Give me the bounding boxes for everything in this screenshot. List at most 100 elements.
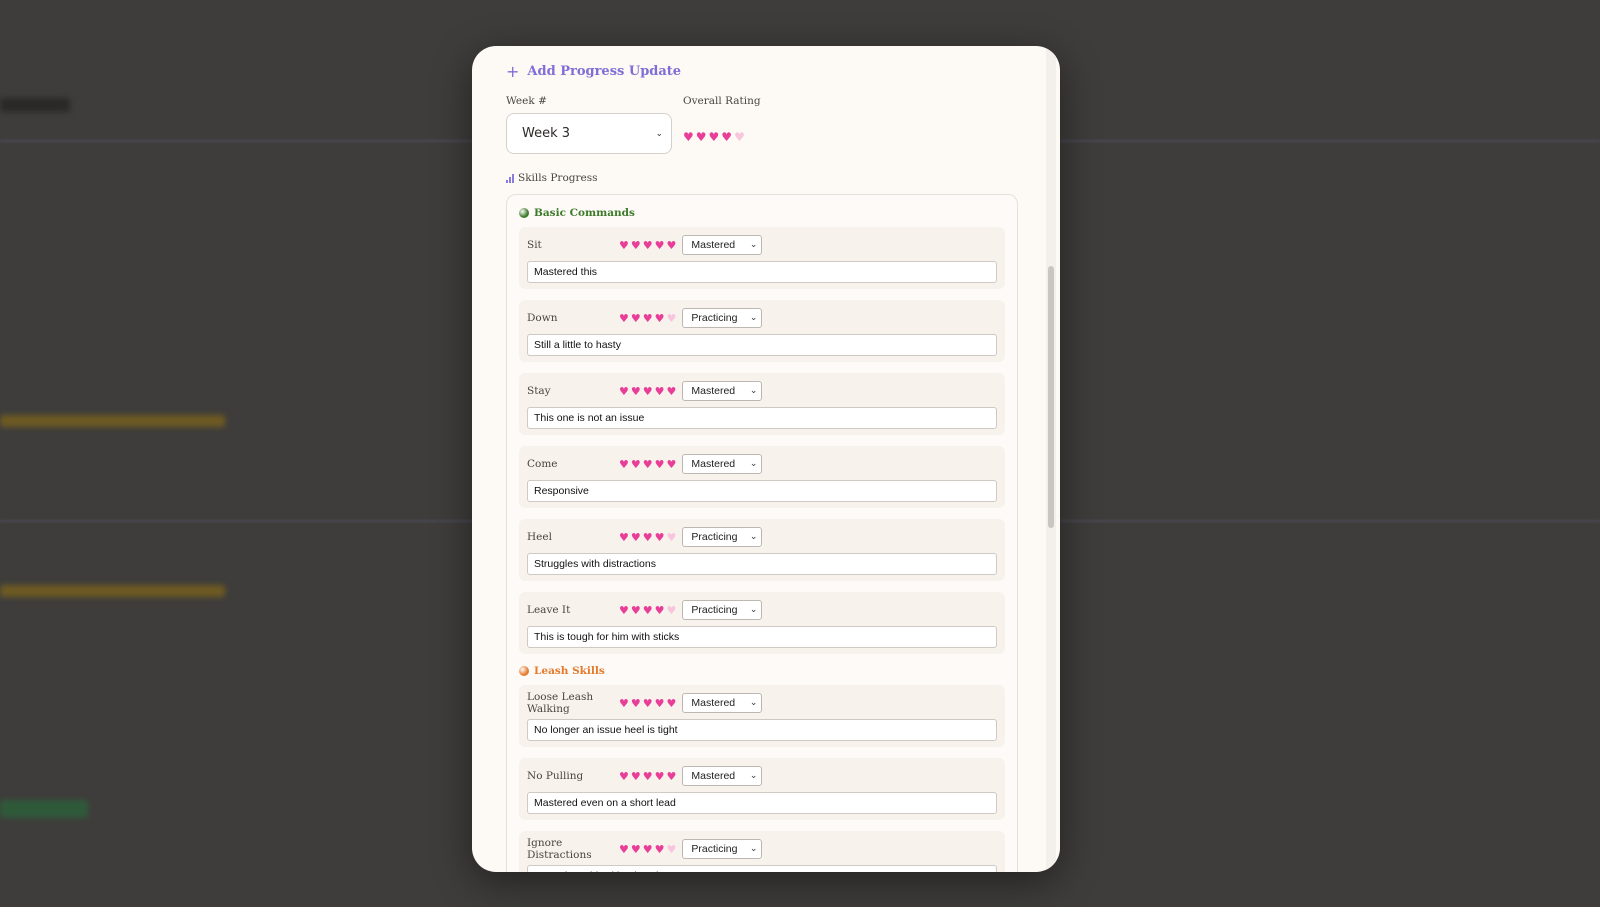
heart-icon[interactable]: ♥ <box>667 459 677 470</box>
heart-icon[interactable]: ♥ <box>619 532 629 543</box>
heart-icon[interactable]: ♥ <box>655 605 665 616</box>
heart-icon[interactable]: ♥ <box>619 844 629 855</box>
week-field: Week # Week 3 ⌄ <box>506 95 683 154</box>
heart-icon[interactable]: ♥ <box>667 771 677 782</box>
heart-icon[interactable]: ♥ <box>643 605 653 616</box>
status-select[interactable]: Mastered ⌄ <box>682 454 763 474</box>
heart-icon[interactable]: ♥ <box>619 771 629 782</box>
status-select[interactable]: Mastered ⌄ <box>682 766 763 786</box>
heart-icon[interactable]: ♥ <box>683 131 694 143</box>
heart-icon[interactable]: ♥ <box>619 605 629 616</box>
overall-rating-hearts[interactable]: ♥ ♥ ♥ ♥ ♥ <box>683 131 745 143</box>
skill-rating-hearts[interactable]: ♥ ♥ ♥ ♥ ♥ <box>619 240 676 251</box>
status-select[interactable]: Mastered ⌄ <box>682 693 763 713</box>
skill-rating-hearts[interactable]: ♥ ♥ ♥ ♥ ♥ <box>619 532 676 543</box>
skills-progress-heading: Skills Progress <box>506 172 1018 184</box>
heart-icon[interactable]: ♥ <box>655 844 665 855</box>
heart-icon[interactable]: ♥ <box>667 386 677 397</box>
heart-icon[interactable]: ♥ <box>619 698 629 709</box>
heart-icon[interactable]: ♥ <box>643 698 653 709</box>
skill-rating-hearts[interactable]: ♥ ♥ ♥ ♥ ♥ <box>619 386 676 397</box>
status-select[interactable]: Mastered ⌄ <box>682 235 763 255</box>
heart-icon[interactable]: ♥ <box>655 771 665 782</box>
skill-row: No Pulling ♥ ♥ ♥ ♥ ♥ Mastered ⌄ <box>527 766 997 786</box>
chevron-down-icon: ⌄ <box>749 771 758 781</box>
heart-icon[interactable]: ♥ <box>667 844 677 855</box>
skill-row: Loose Leash Walking ♥ ♥ ♥ ♥ ♥ Mastered ⌄ <box>527 691 997 715</box>
status-select[interactable]: Practicing ⌄ <box>682 527 763 547</box>
category-title: Leash Skills <box>519 665 1005 677</box>
skill-rating-hearts[interactable]: ♥ ♥ ♥ ♥ ♥ <box>619 313 676 324</box>
scrollbar-thumb[interactable] <box>1048 266 1054 528</box>
skill-note-input[interactable]: Mastered even on a short lead <box>527 792 997 814</box>
heart-icon[interactable]: ♥ <box>631 844 641 855</box>
skill-note-input[interactable]: This is tough for him with sticks <box>527 626 997 648</box>
status-select-value: Practicing <box>691 531 738 543</box>
skill-name: Sit <box>527 239 542 251</box>
skill-rating-hearts[interactable]: ♥ ♥ ♥ ♥ ♥ <box>619 844 676 855</box>
skill-note-input[interactable]: Struggles with distractions <box>527 553 997 575</box>
heart-icon[interactable]: ♥ <box>619 313 629 324</box>
heart-icon[interactable]: ♥ <box>655 240 665 251</box>
category-label: Leash Skills <box>534 665 605 677</box>
status-select[interactable]: Mastered ⌄ <box>682 381 763 401</box>
skill-note-input[interactable]: This one is not an issue <box>527 407 997 429</box>
heart-icon[interactable]: ♥ <box>643 532 653 543</box>
skill-rating-hearts[interactable]: ♥ ♥ ♥ ♥ ♥ <box>619 605 676 616</box>
heart-icon[interactable]: ♥ <box>631 313 641 324</box>
skill-rating-hearts[interactable]: ♥ ♥ ♥ ♥ ♥ <box>619 698 676 709</box>
week-rating-row: Week # Week 3 ⌄ Overall Rating ♥ ♥ ♥ ♥ ♥ <box>506 95 1018 154</box>
heart-icon[interactable]: ♥ <box>655 313 665 324</box>
heart-icon[interactable]: ♥ <box>643 771 653 782</box>
skill-row: Leave It ♥ ♥ ♥ ♥ ♥ Practicing ⌄ <box>527 600 997 620</box>
category-dot-icon <box>519 666 529 676</box>
skill-rating-hearts[interactable]: ♥ ♥ ♥ ♥ ♥ <box>619 459 676 470</box>
heart-icon[interactable]: ♥ <box>667 698 677 709</box>
status-select-value: Mastered <box>691 239 736 251</box>
skill-note-value: Still a little to hasty <box>534 339 621 351</box>
heart-icon[interactable]: ♥ <box>643 386 653 397</box>
heart-icon[interactable]: ♥ <box>667 605 677 616</box>
heart-icon[interactable]: ♥ <box>667 313 677 324</box>
heart-icon[interactable]: ♥ <box>721 131 732 143</box>
skill-note-input[interactable]: No longer an issue heel is tight <box>527 719 997 741</box>
heart-icon[interactable]: ♥ <box>631 771 641 782</box>
heart-icon[interactable]: ♥ <box>631 698 641 709</box>
heart-icon[interactable]: ♥ <box>631 459 641 470</box>
skill-rating-hearts[interactable]: ♥ ♥ ♥ ♥ ♥ <box>619 771 676 782</box>
heart-icon[interactable]: ♥ <box>631 605 641 616</box>
heart-icon[interactable]: ♥ <box>655 532 665 543</box>
heart-icon[interactable]: ♥ <box>643 459 653 470</box>
heart-icon[interactable]: ♥ <box>643 313 653 324</box>
heart-icon[interactable]: ♥ <box>619 240 629 251</box>
heart-icon[interactable]: ♥ <box>696 131 707 143</box>
heart-icon[interactable]: ♥ <box>655 459 665 470</box>
heart-icon[interactable]: ♥ <box>631 386 641 397</box>
heart-icon[interactable]: ♥ <box>667 240 677 251</box>
heart-icon[interactable]: ♥ <box>655 698 665 709</box>
heart-icon[interactable]: ♥ <box>734 131 745 143</box>
chevron-down-icon: ⌄ <box>749 313 758 323</box>
heart-icon[interactable]: ♥ <box>709 131 720 143</box>
skill-note-value: No longer an issue heel is tight <box>534 724 678 736</box>
heart-icon[interactable]: ♥ <box>631 532 641 543</box>
skill-name: Heel <box>527 531 552 543</box>
skill-note-input[interactable]: Mastered this <box>527 261 997 283</box>
skill-note-input[interactable]: Responsive <box>527 480 997 502</box>
skill-row: Come ♥ ♥ ♥ ♥ ♥ Mastered ⌄ <box>527 454 997 474</box>
status-select[interactable]: Practicing ⌄ <box>682 600 763 620</box>
heart-icon[interactable]: ♥ <box>667 532 677 543</box>
chevron-down-icon: ⌄ <box>749 532 758 542</box>
week-select[interactable]: Week 3 ⌄ <box>506 113 672 154</box>
skill-note-value: Mastered this <box>534 266 598 278</box>
heart-icon[interactable]: ♥ <box>619 386 629 397</box>
heart-icon[interactable]: ♥ <box>631 240 641 251</box>
status-select[interactable]: Practicing ⌄ <box>682 308 763 328</box>
heart-icon[interactable]: ♥ <box>619 459 629 470</box>
skill-note-input[interactable]: Struggles a bit with other dogs <box>527 865 997 872</box>
heart-icon[interactable]: ♥ <box>643 844 653 855</box>
heart-icon[interactable]: ♥ <box>655 386 665 397</box>
status-select[interactable]: Practicing ⌄ <box>682 839 763 859</box>
heart-icon[interactable]: ♥ <box>643 240 653 251</box>
skill-note-input[interactable]: Still a little to hasty <box>527 334 997 356</box>
